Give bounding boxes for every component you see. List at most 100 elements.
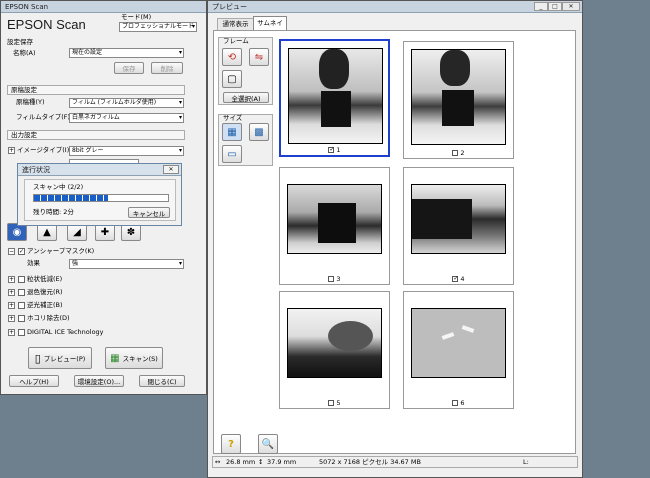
thumb-checkbox[interactable] (452, 400, 459, 406)
status-height: 37.9 mm (267, 458, 297, 466)
locomotive-shape (321, 91, 351, 127)
thumbnail-3[interactable]: 3 (279, 167, 390, 285)
width-icon: ↔ (215, 458, 221, 466)
frame-select-icon[interactable]: ▢ (222, 70, 242, 88)
select-all-button[interactable]: 全選択(A) (223, 92, 269, 103)
expand-image-type[interactable]: + (8, 147, 15, 154)
thumb-caption: 3 (280, 275, 389, 284)
flip-icon[interactable]: ⇋ (249, 48, 269, 66)
thumb-checkbox[interactable] (328, 276, 335, 282)
adjustment-toolbar: ◉ ▲ ◢ ✚ ✽ (7, 223, 185, 243)
thumbnail-2[interactable]: 2 (403, 41, 514, 159)
doc-type-select[interactable]: フィルム (フィルムホルダ使用) ▾ (69, 98, 184, 108)
tab-thumbnail[interactable]: サムネイル (253, 16, 287, 40)
chevron-down-icon: ▾ (178, 114, 182, 121)
chevron-down-icon: ▾ (191, 23, 195, 30)
digital-ice-label: DIGITAL ICE Technology (27, 328, 104, 336)
progress-dialog: 進行状況 ✕ スキャン中 (2/2) 残り時間: 2分 キャンセル (17, 163, 182, 226)
effect-label: 効果 (27, 259, 40, 267)
mode-select[interactable]: プロフェッショナルモード ▾ (119, 22, 197, 32)
mode-label: モード(M) (121, 13, 152, 21)
progress-title: 進行状況 (22, 165, 50, 174)
close-window-icon[interactable]: ✕ (562, 2, 580, 11)
digital-ice-checkbox[interactable] (18, 329, 25, 336)
grain-label: 粒状低減(E) (27, 275, 63, 283)
frame-group-label: フレーム (223, 37, 249, 45)
small-thumbnail-icon[interactable]: ▦ (222, 123, 242, 141)
image-type-select[interactable]: 8bit グレー ▾ (69, 146, 184, 156)
progress-bar (33, 194, 169, 202)
close-button[interactable]: 閉じる(C) (139, 375, 185, 387)
size-group-label: サイズ (223, 114, 243, 122)
thumb-caption: ✓ 1 (328, 146, 341, 154)
height-icon: ↕ (258, 458, 264, 466)
status-width: 26.8 mm (226, 458, 256, 466)
locomotive-shape (412, 199, 472, 239)
scan-icon: ▦ (110, 352, 120, 364)
thumb-checkbox[interactable]: ✓ (452, 276, 458, 282)
film-frame-image (288, 48, 383, 144)
epson-logo: EPSON Scan (7, 17, 86, 32)
zoom-icon[interactable]: 🔍 (258, 434, 278, 454)
cancel-button[interactable]: キャンセル (128, 207, 170, 218)
tab-normal[interactable]: 通常表示 (217, 18, 254, 30)
bird-shape (461, 325, 475, 333)
minimize-icon[interactable]: _ (534, 2, 548, 11)
remaining-time: 残り時間: 2分 (33, 208, 74, 216)
expand-dust[interactable]: + (8, 315, 15, 322)
name-select[interactable]: 現在の設定 ▾ (69, 48, 184, 58)
main-title: EPSON Scan (5, 2, 49, 11)
dust-checkbox[interactable] (18, 315, 25, 322)
medium-thumbnail-icon[interactable]: ▩ (249, 123, 269, 141)
preview-titlebar: プレビュー _ □ ✕ (208, 1, 582, 13)
chevron-down-icon: ▾ (178, 99, 182, 106)
save-button[interactable]: 保存 (114, 62, 144, 74)
help-button[interactable]: ヘルプ(H) (9, 375, 59, 387)
preview-title: プレビュー (212, 2, 247, 11)
unsharp-mask-checkbox[interactable]: ✓ (18, 248, 25, 255)
backlight-checkbox[interactable] (18, 302, 25, 309)
expand-backlight[interactable]: + (8, 302, 15, 309)
main-titlebar: EPSON Scan (1, 1, 206, 13)
delete-button[interactable]: 削除 (151, 62, 183, 74)
settings-save-header: 設定保存 (7, 38, 33, 46)
thumb-caption: 5 (280, 399, 389, 408)
color-restore-label: 退色復元(R) (27, 288, 63, 296)
expand-unsharp[interactable]: − (8, 248, 15, 255)
color-restore-checkbox[interactable] (18, 289, 25, 296)
rotate-icon[interactable]: ⟲ (222, 48, 242, 66)
thumb-caption: 2 (404, 149, 513, 158)
thumbnail-5[interactable]: 5 (279, 291, 390, 409)
film-type-select[interactable]: 白黒ネガフィルム ▾ (69, 113, 184, 123)
thumbnail-4[interactable]: ✓ 4 (403, 167, 514, 285)
locomotive-shape (442, 90, 474, 126)
locomotive-shape (318, 203, 356, 243)
frame-group: フレーム ⟲ ⇋ ▢ 全選択(A) (218, 37, 273, 105)
thumbnail-1[interactable]: ✓ 1 (279, 39, 390, 157)
scan-button[interactable]: ▦ スキャン(S) (105, 347, 163, 369)
film-type-label: フィルムタイプ(F) (16, 113, 71, 121)
large-thumbnail-icon[interactable]: ▭ (222, 145, 242, 163)
expand-color-restore[interactable]: + (8, 289, 15, 296)
thumb-checkbox[interactable] (452, 150, 459, 156)
film-frame-image (411, 49, 506, 145)
progress-inner: スキャン中 (2/2) 残り時間: 2分 キャンセル (24, 179, 176, 221)
env-settings-button[interactable]: 環境設定(O)... (74, 375, 124, 387)
preview-window: プレビュー _□✕ 通常表示 サムネイル フレーム ⟲ ⇋ ▢ 全選択(A) サ… (207, 0, 583, 478)
expand-grain[interactable]: + (8, 276, 15, 283)
name-label: 名称(A) (13, 49, 36, 57)
maximize-icon[interactable]: □ (548, 2, 562, 11)
help-icon[interactable]: ? (221, 434, 241, 454)
thumb-checkbox[interactable]: ✓ (328, 147, 334, 153)
status-label: L: (523, 458, 529, 466)
thumbnail-6[interactable]: 6 (403, 291, 514, 409)
preview-button[interactable]: ▯ プレビュー(P) (28, 347, 92, 369)
effect-select[interactable]: 強 ▾ (69, 259, 184, 269)
grain-checkbox[interactable] (18, 276, 25, 283)
status-pixels: 5072 x 7168 ピクセル 34.67 MB (319, 458, 421, 466)
preview-button-label: プレビュー(P) (43, 355, 86, 363)
thumb-checkbox[interactable] (328, 400, 335, 406)
close-icon[interactable]: ✕ (163, 165, 179, 174)
expand-digital-ice[interactable]: + (8, 329, 15, 336)
preview-icon: ▯ (34, 351, 41, 365)
